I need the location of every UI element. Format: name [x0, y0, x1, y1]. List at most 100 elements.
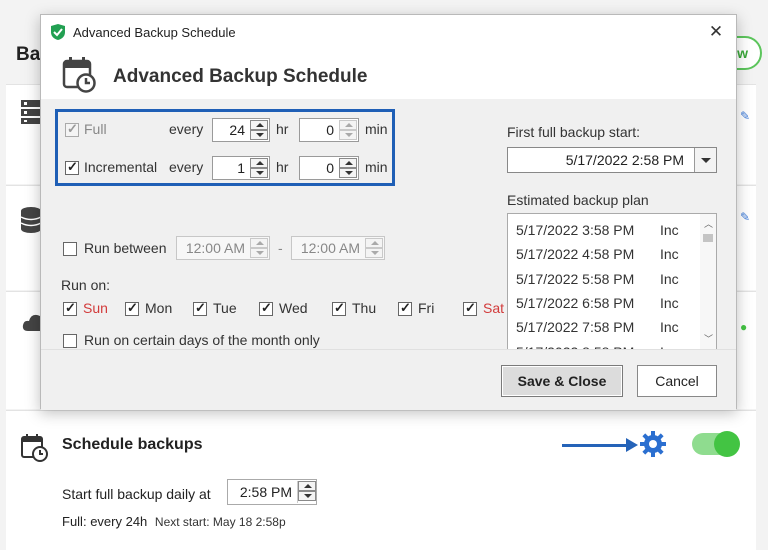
schedule-title: Schedule backups: [62, 436, 203, 453]
edit-icon[interactable]: ✎: [740, 210, 750, 224]
dialog-titlebar: Advanced Backup Schedule ✕: [41, 15, 736, 49]
day-label: Thu: [352, 300, 377, 316]
next-start-text: Next start: May 18 2:58p: [154, 515, 286, 529]
advanced-schedule-dialog: Advanced Backup Schedule ✕ Advanced Back…: [40, 14, 737, 410]
plan-label: Estimated backup plan: [507, 192, 649, 208]
start-time-input[interactable]: 2:58 PM: [227, 479, 317, 505]
database-icon: [20, 207, 42, 233]
plan-kind: Inc: [660, 270, 679, 287]
run-between-checkbox[interactable]: [63, 242, 77, 256]
run-on-label: Run on:: [61, 277, 111, 293]
backup-plan-list[interactable]: 5/17/2022 3:58 PM Inc 5/17/2022 4:58 PM Inc…: [507, 213, 717, 350]
incremental-hours-spinner[interactable]: [250, 158, 268, 178]
cancel-button[interactable]: Cancel: [637, 365, 717, 397]
pointer-arrow: [562, 444, 628, 447]
run-between-to-input[interactable]: 12:00 AM: [291, 236, 385, 260]
run-between-from-spinner[interactable]: [250, 238, 268, 258]
scroll-down-icon[interactable]: ﹀: [704, 332, 713, 345]
start-time-value: 2:58 PM: [239, 484, 292, 500]
incremental-label: Incremental: [84, 159, 158, 175]
day-checkbox-0[interactable]: [63, 300, 77, 316]
run-between-label: Run between: [84, 240, 167, 256]
full-min-label: min: [365, 121, 388, 137]
app-title: Ba: [16, 44, 41, 65]
full-hours-value: 24: [229, 122, 245, 138]
full-summary-value: every 24h: [90, 514, 148, 529]
full-minutes-value: 0: [326, 122, 334, 138]
schedule-toggle[interactable]: [692, 431, 740, 457]
run-between-from-value: 12:00 AM: [185, 240, 245, 256]
full-every-label: every: [169, 121, 204, 137]
list-item[interactable]: 5/17/2022 6:58 PM Inc: [516, 295, 696, 311]
full-minutes-spinner[interactable]: [339, 120, 357, 140]
scroll-up-icon[interactable]: ︿: [704, 217, 713, 230]
day-label: Wed: [279, 300, 308, 316]
list-item[interactable]: 5/17/2022 5:58 PM Inc: [516, 271, 696, 287]
run-between-to-spinner[interactable]: [365, 238, 383, 258]
full-hours-input[interactable]: 24: [212, 118, 270, 142]
run-between-separator: -: [278, 240, 283, 256]
day-label: Fri: [418, 300, 435, 316]
plan-scrollbar[interactable]: ︿ ﹀: [700, 214, 716, 349]
plan-kind: Inc: [660, 294, 679, 311]
dialog-footer: Save & Close Cancel: [41, 349, 736, 410]
certain-days-checkbox[interactable]: [63, 334, 77, 348]
calendar-clock-icon: [21, 434, 48, 462]
plan-kind: Inc: [660, 319, 679, 336]
day-label: Sat: [483, 300, 505, 316]
incremental-minutes-spinner[interactable]: [339, 158, 357, 178]
full-minutes-input[interactable]: 0: [299, 118, 359, 142]
close-button[interactable]: ✕: [704, 21, 728, 43]
full-checkbox[interactable]: [65, 121, 79, 137]
dialog-heading: Advanced Backup Schedule: [113, 66, 368, 87]
schedule-card: Schedule backups Start full backup daily…: [6, 410, 756, 550]
shield-icon: [51, 24, 65, 40]
edit-icon[interactable]: ✎: [740, 109, 750, 123]
incremental-hours-input[interactable]: 1: [212, 156, 270, 180]
plan-time: 5/17/2022 6:58 PM: [516, 294, 635, 311]
day-checkbox-4[interactable]: [332, 300, 346, 316]
day-checkbox-6[interactable]: [463, 300, 477, 316]
calendar-clock-icon: [62, 57, 96, 93]
full-summary-label: Full:: [62, 514, 87, 529]
run-between-to-value: 12:00 AM: [300, 240, 360, 256]
list-item[interactable]: 5/17/2022 3:58 PM Inc: [516, 222, 696, 238]
full-label: Full: [84, 121, 107, 137]
plan-kind: Inc: [660, 222, 679, 238]
day-label: Tue: [213, 300, 237, 316]
incremental-min-label: min: [365, 159, 388, 175]
day-label: Mon: [145, 300, 173, 316]
dialog-window-title: Advanced Backup Schedule: [73, 25, 236, 40]
full-hours-spinner[interactable]: [250, 120, 268, 140]
toggle-edge[interactable]: ●: [740, 320, 748, 334]
chevron-down-icon[interactable]: [694, 148, 716, 172]
plan-time: 5/17/2022 7:58 PM: [516, 319, 635, 336]
incremental-minutes-input[interactable]: 0: [299, 156, 359, 180]
list-item[interactable]: 5/17/2022 4:58 PM Inc: [516, 246, 696, 262]
day-label: Sun: [83, 300, 108, 316]
incremental-checkbox[interactable]: [65, 159, 79, 175]
day-checkbox-5[interactable]: [398, 300, 412, 316]
incremental-every-label: every: [169, 159, 204, 175]
plan-time: 5/17/2022 5:58 PM: [516, 270, 635, 287]
start-backup-label: Start full backup daily at: [62, 486, 211, 502]
list-item[interactable]: 5/17/2022 7:58 PM Inc: [516, 319, 696, 335]
first-full-datetime-select[interactable]: 5/17/2022 2:58 PM: [507, 147, 717, 173]
dialog-header: Advanced Backup Schedule: [41, 49, 736, 99]
save-close-button[interactable]: Save & Close: [501, 365, 623, 397]
incremental-minutes-value: 0: [326, 160, 334, 176]
dialog-body: Full every 24 hr 0 min Incremental every…: [41, 99, 736, 350]
incremental-hr-label: hr: [276, 159, 289, 175]
gear-icon[interactable]: [638, 429, 668, 459]
run-between-from-input[interactable]: 12:00 AM: [176, 236, 270, 260]
certain-days-label: Run on certain days of the month only: [84, 332, 320, 348]
start-time-spinner[interactable]: [297, 481, 316, 503]
day-checkbox-3[interactable]: [259, 300, 273, 316]
day-checkbox-2[interactable]: [193, 300, 207, 316]
plan-time: 5/17/2022 4:58 PM: [516, 246, 635, 263]
day-checkbox-1[interactable]: [125, 300, 139, 316]
incremental-hours-value: 1: [237, 160, 245, 176]
pointer-arrow-head: [626, 438, 638, 452]
scroll-thumb[interactable]: [703, 234, 713, 242]
full-hr-label: hr: [276, 121, 289, 137]
